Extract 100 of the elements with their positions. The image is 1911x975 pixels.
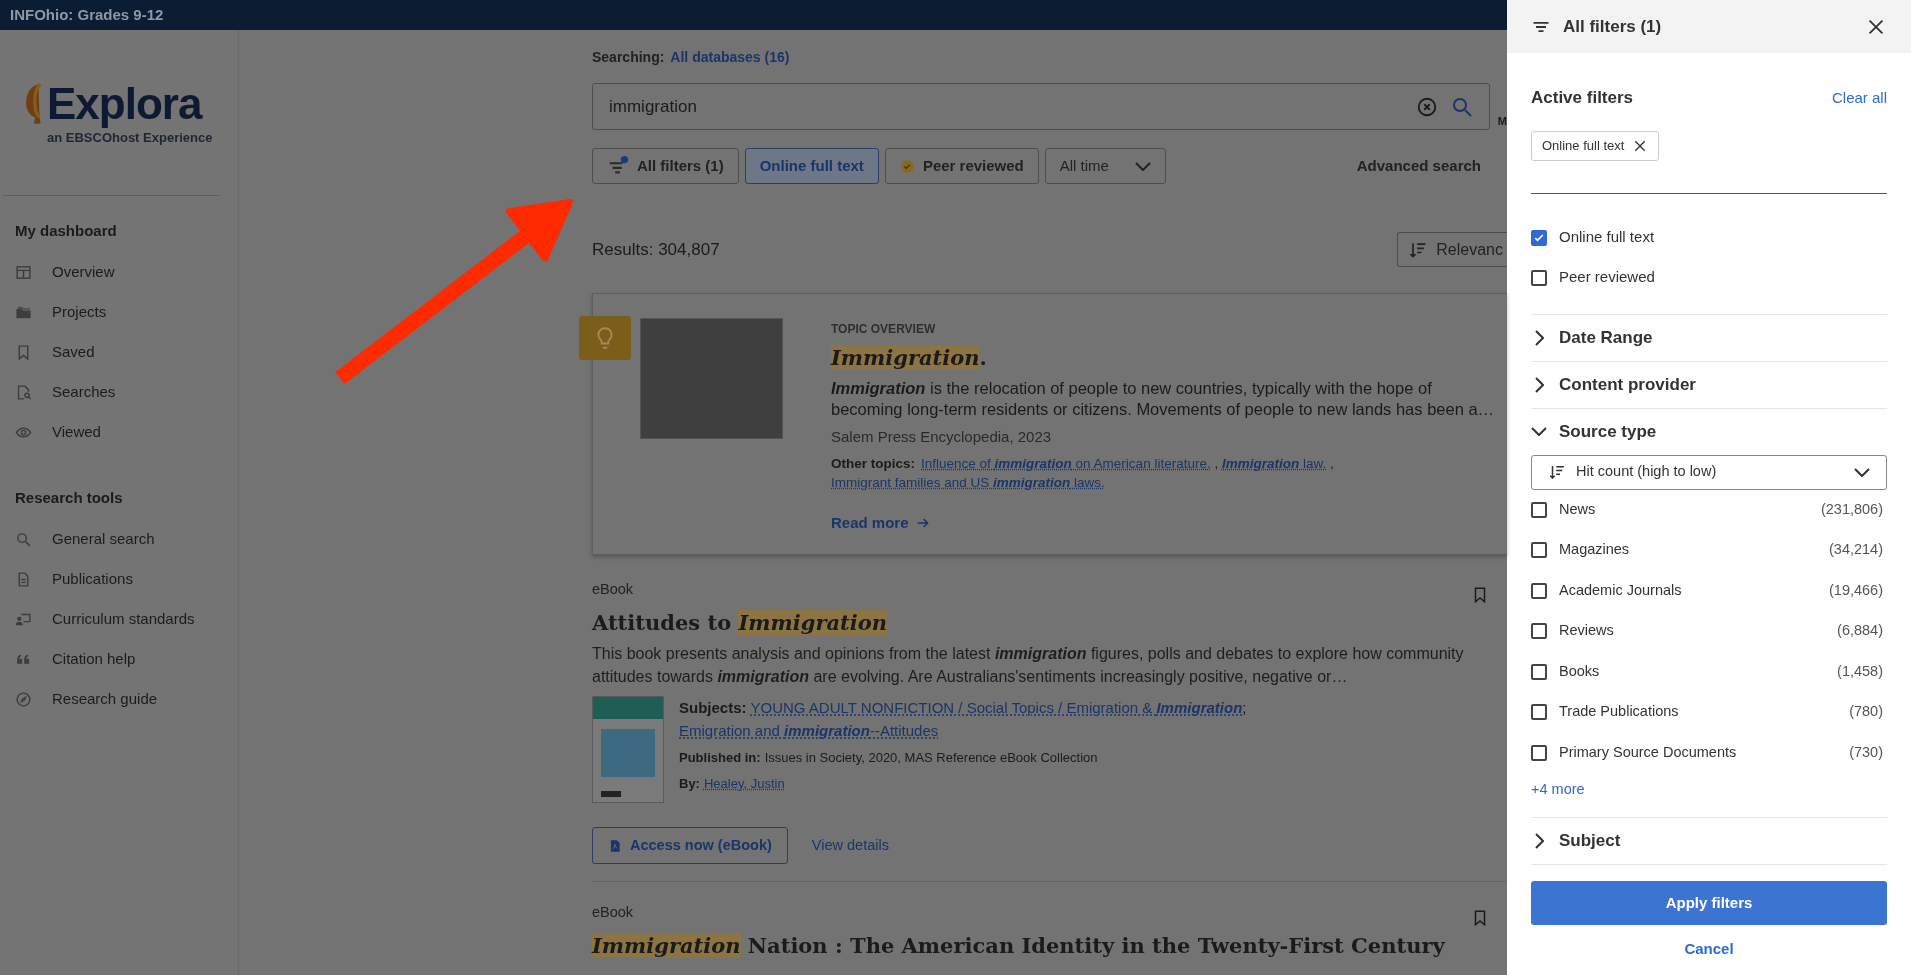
sidebar-item[interactable]: Curriculum standards	[0, 599, 238, 639]
published-label: Published in:	[679, 749, 761, 768]
filter-chip[interactable]: Peer reviewed	[884, 148, 1039, 184]
sort-dropdown[interactable]: Hit count (high to low)	[1531, 454, 1887, 490]
option-count: (780)	[1849, 702, 1884, 722]
database-link[interactable]: All databases (16)	[670, 46, 790, 68]
chevron-down-icon	[1134, 161, 1151, 171]
filter-option-label: Magazines	[1559, 540, 1631, 560]
badge-check-icon	[899, 158, 915, 174]
checkbox[interactable]	[1531, 704, 1547, 721]
checkbox[interactable]	[1531, 663, 1547, 680]
cut-off-label: M	[1497, 114, 1507, 130]
sidebar-item[interactable]: Overview	[0, 252, 238, 293]
apply-filters-button[interactable]: Apply filters	[1531, 880, 1887, 925]
chevron-down-icon	[1854, 467, 1870, 477]
checkbox[interactable]	[1531, 229, 1547, 246]
sidebar-item[interactable]: Saved	[0, 332, 238, 373]
view-details-link[interactable]: View details	[811, 834, 889, 857]
filter-option-label: Trade Publications	[1559, 702, 1680, 722]
search-icon	[15, 530, 32, 548]
topic-title[interactable]: Immigration.	[831, 342, 1503, 374]
option-count: (6,884)	[1837, 621, 1884, 641]
result-type: eBook	[592, 580, 635, 599]
filter-chip[interactable]: Online full text	[744, 148, 879, 184]
sidebar-item[interactable]: Searches	[0, 372, 238, 413]
chevron-down-icon	[1531, 427, 1547, 436]
balloon-icon	[23, 82, 45, 126]
advanced-search-link[interactable]: Advanced search	[1356, 154, 1481, 178]
access-button[interactable]: Access now (eBook)	[592, 827, 788, 865]
checkbox[interactable]	[1531, 501, 1547, 518]
subject-link[interactable]: Emigration and immigration--Attitudes	[679, 722, 939, 740]
option-count: (34,214)	[1829, 540, 1884, 560]
result-title[interactable]: Immigration Nation : The American Identity in the Twenty-First Century	[592, 930, 1471, 962]
checkbox[interactable]	[1531, 269, 1547, 286]
sidebar-item[interactable]: Viewed	[0, 412, 238, 453]
pdf-icon	[608, 837, 622, 854]
published-text: Issues in Society, 2020, MAS Reference eBook Collection	[764, 749, 1098, 768]
topic-link[interactable]: Immigration law.	[1221, 456, 1327, 471]
sidebar-item[interactable]: Publications	[0, 559, 238, 599]
document-search-icon	[15, 384, 32, 401]
sidebar-item[interactable]: Citation help	[0, 639, 238, 679]
show-more-link[interactable]: +4 more	[1531, 779, 1887, 801]
section-heading: My dashboard	[14, 221, 118, 241]
section-heading: Research tools	[14, 487, 124, 508]
checkbox[interactable]	[1531, 623, 1547, 640]
section-header[interactable]: Source type	[1531, 408, 1887, 455]
chevron-right-icon	[1534, 832, 1544, 849]
sidebar-item[interactable]: General search	[0, 519, 238, 559]
chevron-right-icon	[1534, 329, 1544, 346]
chevron-right-icon	[1534, 376, 1544, 393]
checkbox[interactable]	[1531, 542, 1547, 559]
section-header[interactable]: Content provider	[1531, 361, 1887, 408]
subjects-label: Subjects:	[679, 699, 747, 717]
option-count: (730)	[1849, 742, 1884, 762]
option-count: (1,458)	[1837, 661, 1884, 681]
section-header[interactable]: Subject	[1531, 817, 1887, 864]
topic-link[interactable]: Immigrant families and US immigration laws.	[831, 475, 1105, 490]
option-count: (231,806)	[1820, 499, 1884, 519]
result-title[interactable]: Attitudes to Immigration	[592, 606, 1471, 639]
cancel-button[interactable]: Cancel	[1531, 936, 1887, 961]
clear-icon	[1415, 96, 1438, 118]
logo-wordmark: Explora	[47, 82, 202, 126]
topic-link[interactable]: Influence of immigration on American literature.	[921, 456, 1211, 471]
filter-icon	[607, 155, 629, 177]
checkbox[interactable]	[1531, 744, 1547, 761]
topic-label: TOPIC OVERVIEW	[831, 321, 937, 338]
sort-icon	[1548, 463, 1566, 481]
filter-option-label: Academic Journals	[1559, 580, 1683, 600]
filter-chip[interactable]: All time	[1044, 148, 1166, 184]
active-filters-heading: Active filters	[1531, 87, 1634, 109]
compass-icon	[15, 690, 32, 708]
sidebar-item[interactable]: Projects	[0, 292, 238, 333]
option-count: (19,466)	[1829, 580, 1884, 600]
filter-option-label: Primary Source Documents	[1559, 742, 1738, 762]
author-label: By:	[679, 774, 700, 793]
checkbox[interactable]	[1531, 582, 1547, 599]
author-link[interactable]: Healey, Justin	[703, 773, 785, 794]
sidebar-item[interactable]: Research guide	[0, 679, 238, 719]
read-more-link[interactable]: Read more	[831, 512, 1503, 535]
section-header[interactable]: Date Range	[1531, 314, 1887, 361]
filter-option-label: Peer reviewed	[1559, 267, 1655, 288]
filter-option-label: Books	[1559, 661, 1601, 681]
search-scope-label: Searching:	[592, 47, 665, 67]
result-abstract: This book presents analysis and opinions from the latest immigration figures, polls and debates to explore how community attitudes towards immigration are evolving. Are Australians'sentiments increasingly positive, negative or…	[592, 644, 1465, 688]
filter-tag[interactable]: Online full text	[1531, 130, 1660, 161]
topic-summary: Immigration is the relocation of people to new countries, typically with the hope of becoming long-term residents or citizens. Movements of people to new lands has been a…	[831, 377, 1496, 420]
subjects-text: Subjects: YOUNG ADULT NONFICTION / Social Topics / Emigration & Immigration; Emigration and immigration--Attitudes	[679, 698, 1248, 742]
source-text: Salem Press Encyclopedia, 2023	[831, 426, 1053, 447]
search-field[interactable]: immigration	[592, 83, 1490, 130]
other-topics-label: Other topics:	[831, 456, 915, 471]
filter-option-label: Online full text	[1559, 227, 1655, 248]
results-count: Results: 304,807	[592, 238, 720, 261]
logo-tagline: an EBSCOhost Experience	[46, 129, 214, 147]
filter-chip[interactable]: All filters (1)	[592, 148, 739, 184]
other-topics-text: Other topics: Influence of immigration on American literature. , Immigration law. , Immigrant families and US immigration laws.	[831, 455, 1335, 492]
site-title: INFOhio: Grades 9-12	[10, 4, 164, 25]
folder-icon	[15, 304, 32, 321]
clear-button[interactable]	[1415, 96, 1438, 118]
filter-option-label: News	[1559, 499, 1597, 519]
clear-all-link[interactable]: Clear all	[1831, 86, 1887, 109]
